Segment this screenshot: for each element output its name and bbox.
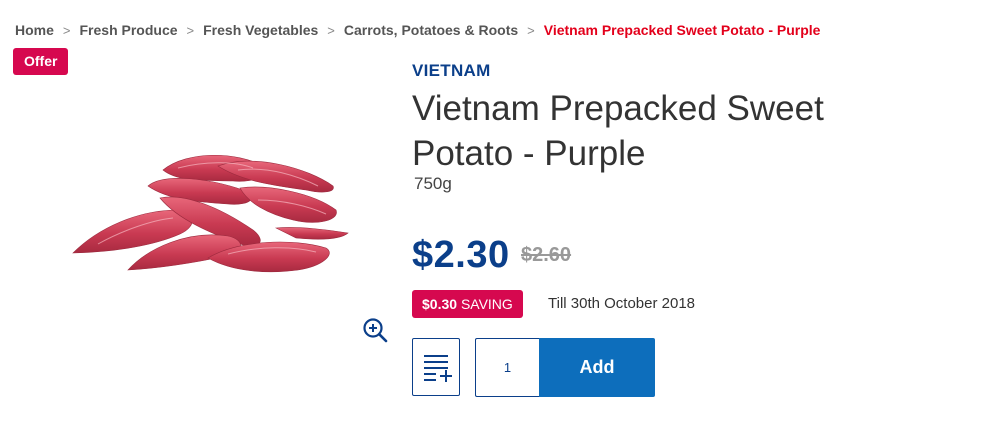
breadcrumb-separator: > xyxy=(527,22,535,38)
old-price: $2.60 xyxy=(521,244,572,266)
product-image[interactable] xyxy=(68,148,353,278)
saving-amount: $0.30 xyxy=(422,296,458,312)
current-price: $2.30 xyxy=(412,234,510,276)
offer-badge: Offer xyxy=(13,48,69,75)
breadcrumb-fresh-vegetables[interactable]: Fresh Vegetables xyxy=(203,22,318,38)
add-to-list-icon xyxy=(424,355,452,382)
breadcrumb-separator: > xyxy=(62,22,71,38)
breadcrumb-separator: > xyxy=(327,22,335,38)
add-to-cart-button[interactable]: Add xyxy=(539,338,655,397)
breadcrumb: Home > Fresh Produce > Fresh Vegetables … xyxy=(15,22,820,38)
breadcrumb-fresh-produce[interactable]: Fresh Produce xyxy=(80,22,178,38)
breadcrumb-current: Vietnam Prepacked Sweet Potato - Purple xyxy=(543,22,821,38)
breadcrumb-carrots-potatoes-roots[interactable]: Carrots, Potatoes & Roots xyxy=(344,22,518,38)
breadcrumb-home[interactable]: Home xyxy=(15,22,54,38)
saving-until: Till 30th October 2018 xyxy=(548,295,696,312)
zoom-in-icon[interactable] xyxy=(362,317,388,343)
product-origin[interactable]: VIETNAM xyxy=(412,61,491,81)
saving-label: SAVING xyxy=(460,296,513,312)
product-size: 750g xyxy=(414,174,452,193)
product-title: Vietnam Prepacked Sweet Potato - Purple xyxy=(412,89,824,173)
add-to-list-button[interactable] xyxy=(412,338,460,396)
breadcrumb-separator: > xyxy=(186,22,195,38)
quantity-input[interactable] xyxy=(475,338,539,397)
saving-badge: $0.30 SAVING xyxy=(412,290,523,318)
